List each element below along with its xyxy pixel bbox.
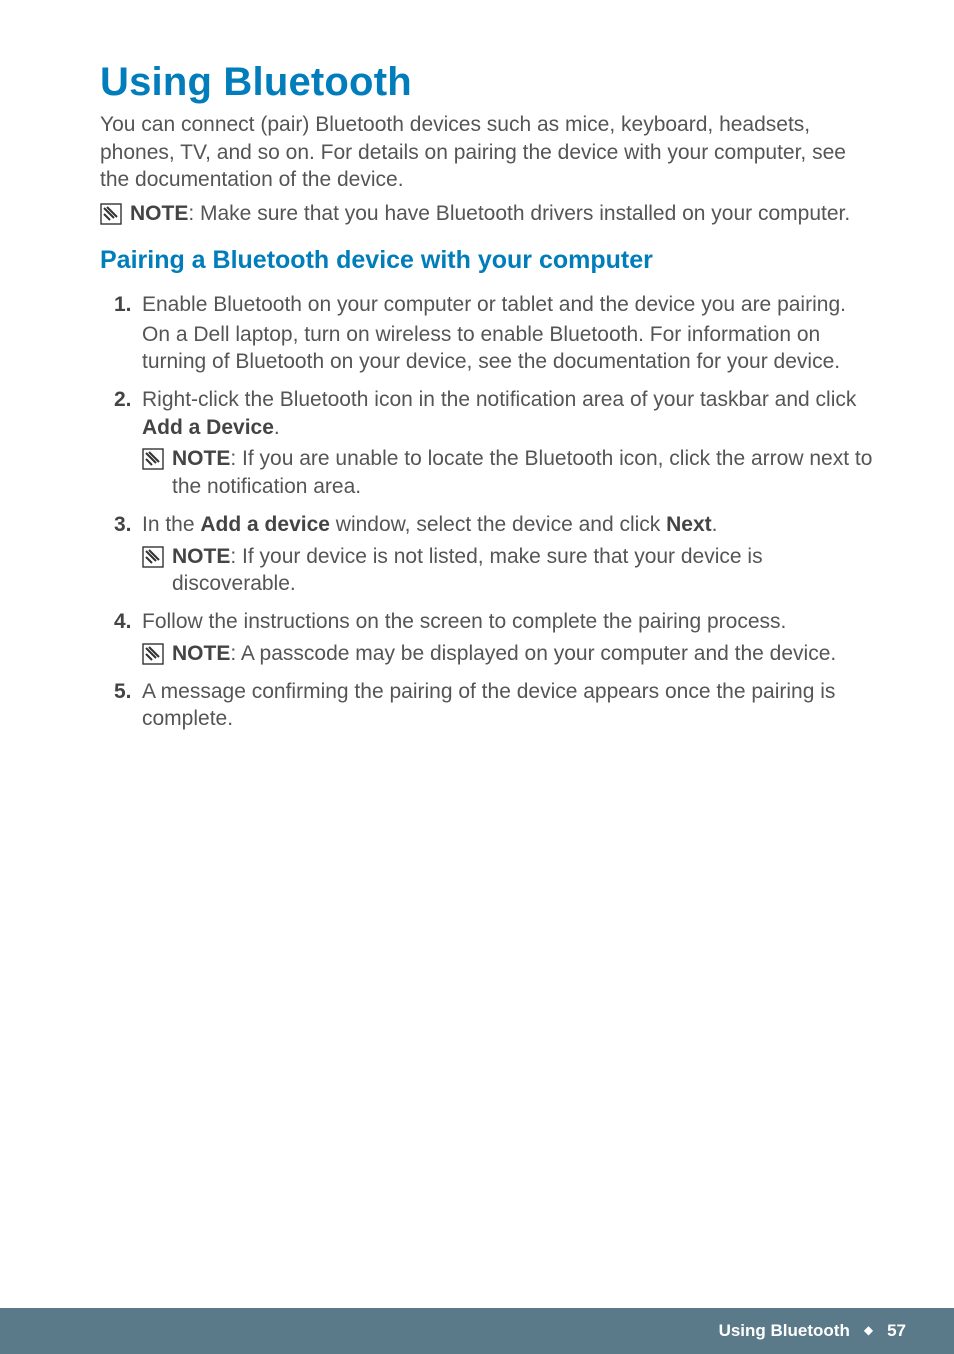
section-heading: Pairing a Bluetooth device with your com… — [100, 246, 879, 275]
list-item: 4. Follow the instructions on the screen… — [120, 608, 879, 667]
footer-title: Using Bluetooth — [719, 1321, 850, 1341]
footer-page-number: 57 — [887, 1321, 906, 1341]
note-body: : Make sure that you have Bluetooth driv… — [188, 202, 850, 225]
step-text: . — [274, 416, 280, 439]
step-note-text: NOTE: A passcode may be displayed on you… — [172, 640, 836, 668]
step-number: 1. — [114, 291, 132, 319]
step-bold: Next — [666, 513, 712, 536]
step-text: . — [712, 513, 718, 536]
page-footer: Using Bluetooth ◆ 57 — [0, 1308, 954, 1354]
step-extra: On a Dell laptop, turn on wireless to en… — [142, 321, 879, 376]
step-body: Enable Bluetooth on your computer or tab… — [142, 291, 879, 319]
list-item: 2. Right-click the Bluetooth icon in the… — [120, 386, 879, 501]
footer-separator-icon: ◆ — [864, 1323, 873, 1337]
intro-paragraph: You can connect (pair) Bluetooth devices… — [100, 111, 879, 194]
note-body: : If you are unable to locate the Blueto… — [172, 447, 872, 498]
note-label: NOTE — [172, 642, 230, 665]
note-icon — [142, 546, 164, 568]
note-icon — [142, 643, 164, 665]
step-note-text: NOTE: If your device is not listed, make… — [172, 543, 879, 598]
list-item: 5. A message confirming the pairing of t… — [120, 678, 879, 733]
step-number: 5. — [114, 678, 132, 706]
note-body: : A passcode may be displayed on your co… — [230, 642, 836, 665]
list-item: 3. In the Add a device window, select th… — [120, 511, 879, 598]
page-title: Using Bluetooth — [100, 60, 879, 105]
step-text: Right-click the Bluetooth icon in the no… — [142, 388, 856, 411]
top-note-text: NOTE: Make sure that you have Bluetooth … — [130, 200, 850, 228]
step-body: In the Add a device window, select the d… — [142, 511, 879, 539]
step-body: A message confirming the pairing of the … — [142, 678, 879, 733]
step-bold: Add a device — [200, 513, 330, 536]
step-note: NOTE: If you are unable to locate the Bl… — [142, 445, 879, 500]
note-label: NOTE — [172, 447, 230, 470]
step-body: Follow the instructions on the screen to… — [142, 608, 879, 636]
step-body: Right-click the Bluetooth icon in the no… — [142, 386, 879, 441]
step-text: In the — [142, 513, 200, 536]
step-number: 4. — [114, 608, 132, 636]
document-page: Using Bluetooth You can connect (pair) B… — [0, 0, 954, 1354]
step-bold: Add a Device — [142, 416, 274, 439]
note-label: NOTE — [130, 202, 188, 225]
step-number: 3. — [114, 511, 132, 539]
step-note: NOTE: If your device is not listed, make… — [142, 543, 879, 598]
step-note: NOTE: A passcode may be displayed on you… — [142, 640, 879, 668]
note-body: : If your device is not listed, make sur… — [172, 545, 763, 596]
note-icon — [142, 448, 164, 470]
top-note: NOTE: Make sure that you have Bluetooth … — [100, 200, 879, 228]
step-text: window, select the device and click — [330, 513, 666, 536]
step-number: 2. — [114, 386, 132, 414]
steps-list: 1. Enable Bluetooth on your computer or … — [100, 291, 879, 733]
note-icon — [100, 203, 122, 225]
note-label: NOTE — [172, 545, 230, 568]
step-note-text: NOTE: If you are unable to locate the Bl… — [172, 445, 879, 500]
list-item: 1. Enable Bluetooth on your computer or … — [120, 291, 879, 376]
